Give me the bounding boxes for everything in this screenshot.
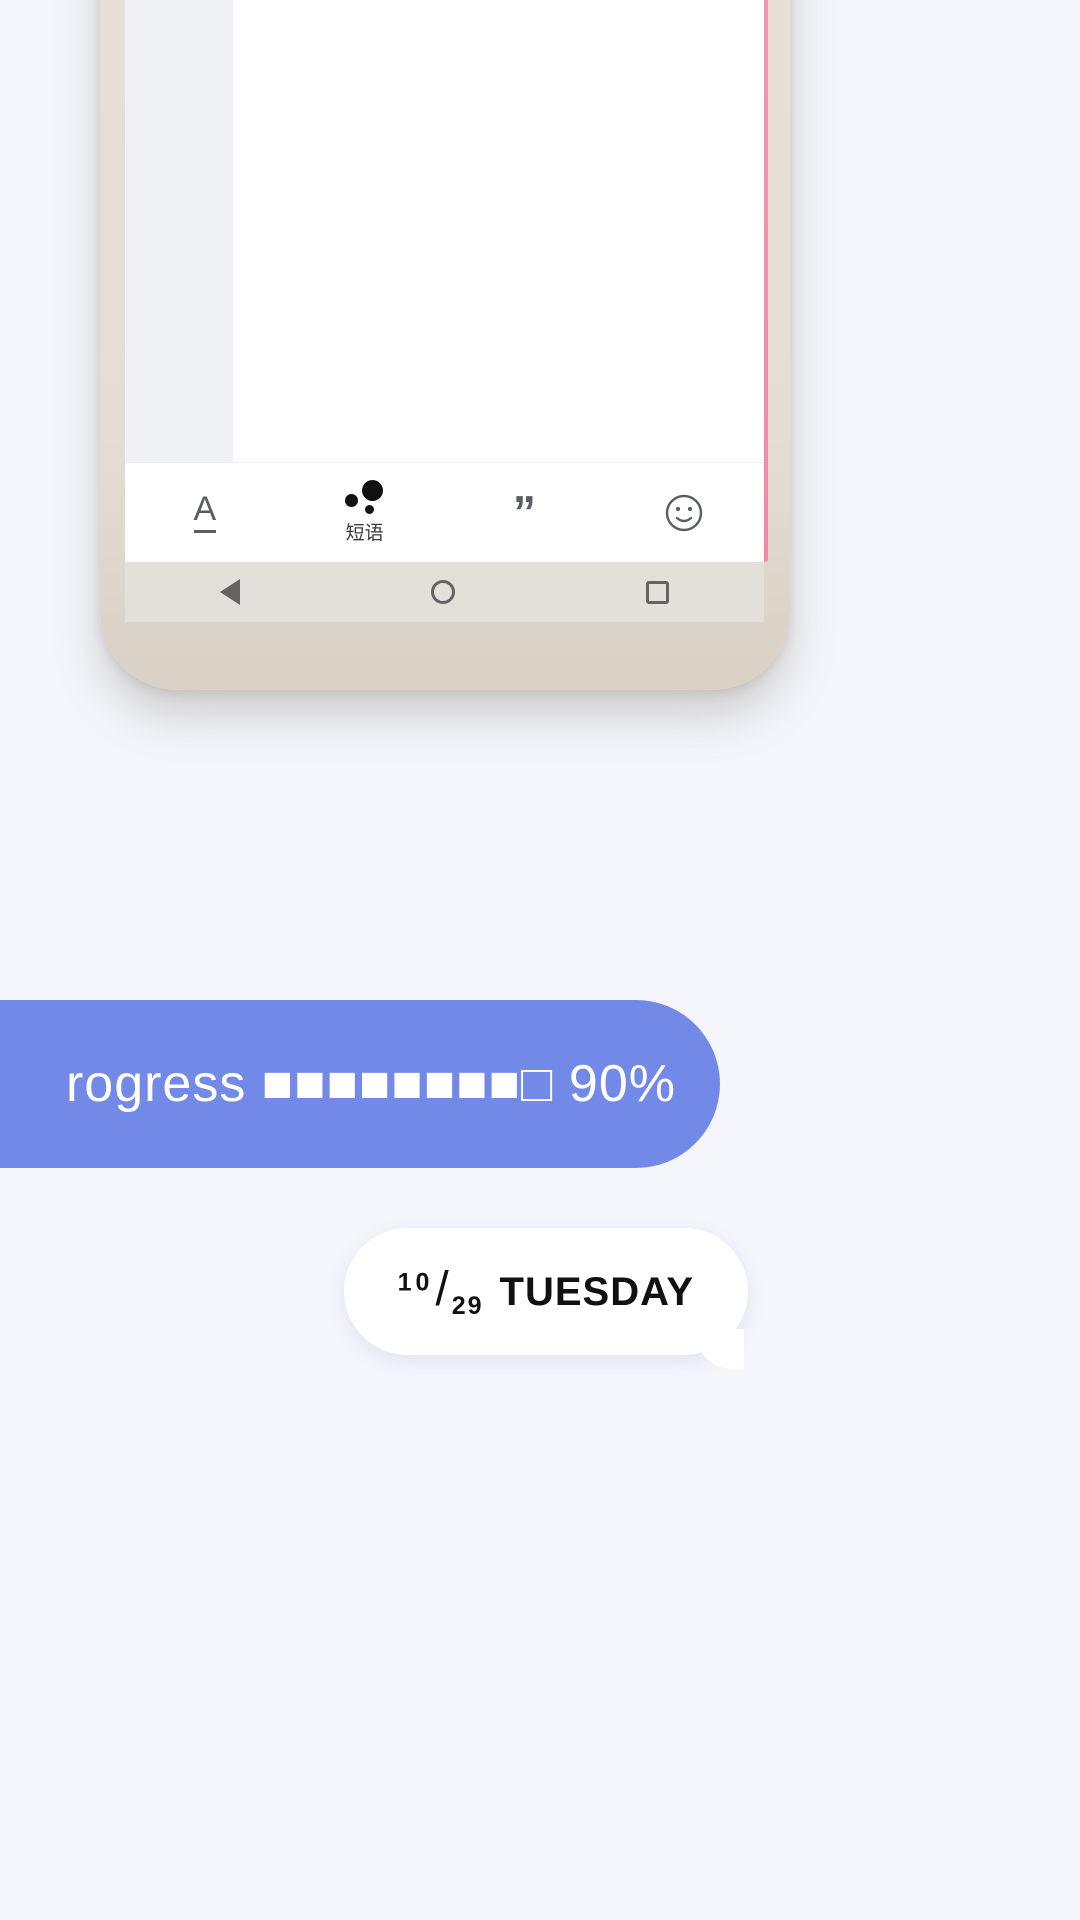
quote-icon: ”: [512, 485, 536, 538]
home-circle-icon[interactable]: [430, 580, 455, 604]
screenshot-root: Emoji 蝴蝶结 台词 ❄️ Happy New Year: [0, 0, 1080, 1920]
date-message-text: 10/29 TUESDAY: [397, 1263, 694, 1320]
keyboard-sidebar: Emoji 蝴蝶结 台词: [125, 0, 233, 462]
phrase-list: ❄️ Happy New Year 🌿 Happy New Year ☺ HAP…: [233, 0, 764, 462]
tab-emoji[interactable]: [604, 493, 764, 533]
keyboard-panel: Emoji 蝴蝶结 台词 ❄️ Happy New Year: [125, 0, 764, 462]
phrases-dots-icon: [344, 480, 385, 514]
progress-message-bubble[interactable]: rogress ■■■■■■■■□ 90%: [0, 1000, 720, 1168]
keyboard-toolbar: A 短语 ”: [125, 462, 764, 562]
android-navbar: [125, 562, 764, 622]
emoji-smiley-icon: [664, 493, 704, 533]
date-day: 29: [451, 1292, 484, 1320]
progress-message-text: rogress ■■■■■■■■□ 90%: [65, 1055, 676, 1113]
date-dayofweek: TUESDAY: [499, 1270, 694, 1314]
tab-quotes[interactable]: ”: [445, 485, 605, 538]
bubble-tail: [696, 1329, 744, 1369]
text-format-icon: A: [193, 492, 217, 533]
phone-mockup: Emoji 蝴蝶结 台词 ❄️ Happy New Year: [100, 0, 790, 690]
date-message-bubble[interactable]: 10/29 TUESDAY: [343, 1228, 748, 1369]
phone-screen: Emoji 蝴蝶结 台词 ❄️ Happy New Year: [125, 0, 764, 562]
tab-text-format[interactable]: A: [125, 492, 285, 533]
tab-phrases[interactable]: 短语: [285, 480, 445, 545]
date-month: 10: [397, 1268, 434, 1297]
date-slash: /: [435, 1263, 450, 1316]
tab-phrases-label: 短语: [345, 523, 384, 544]
recents-square-icon[interactable]: [645, 580, 669, 604]
back-triangle-icon[interactable]: [220, 579, 241, 605]
